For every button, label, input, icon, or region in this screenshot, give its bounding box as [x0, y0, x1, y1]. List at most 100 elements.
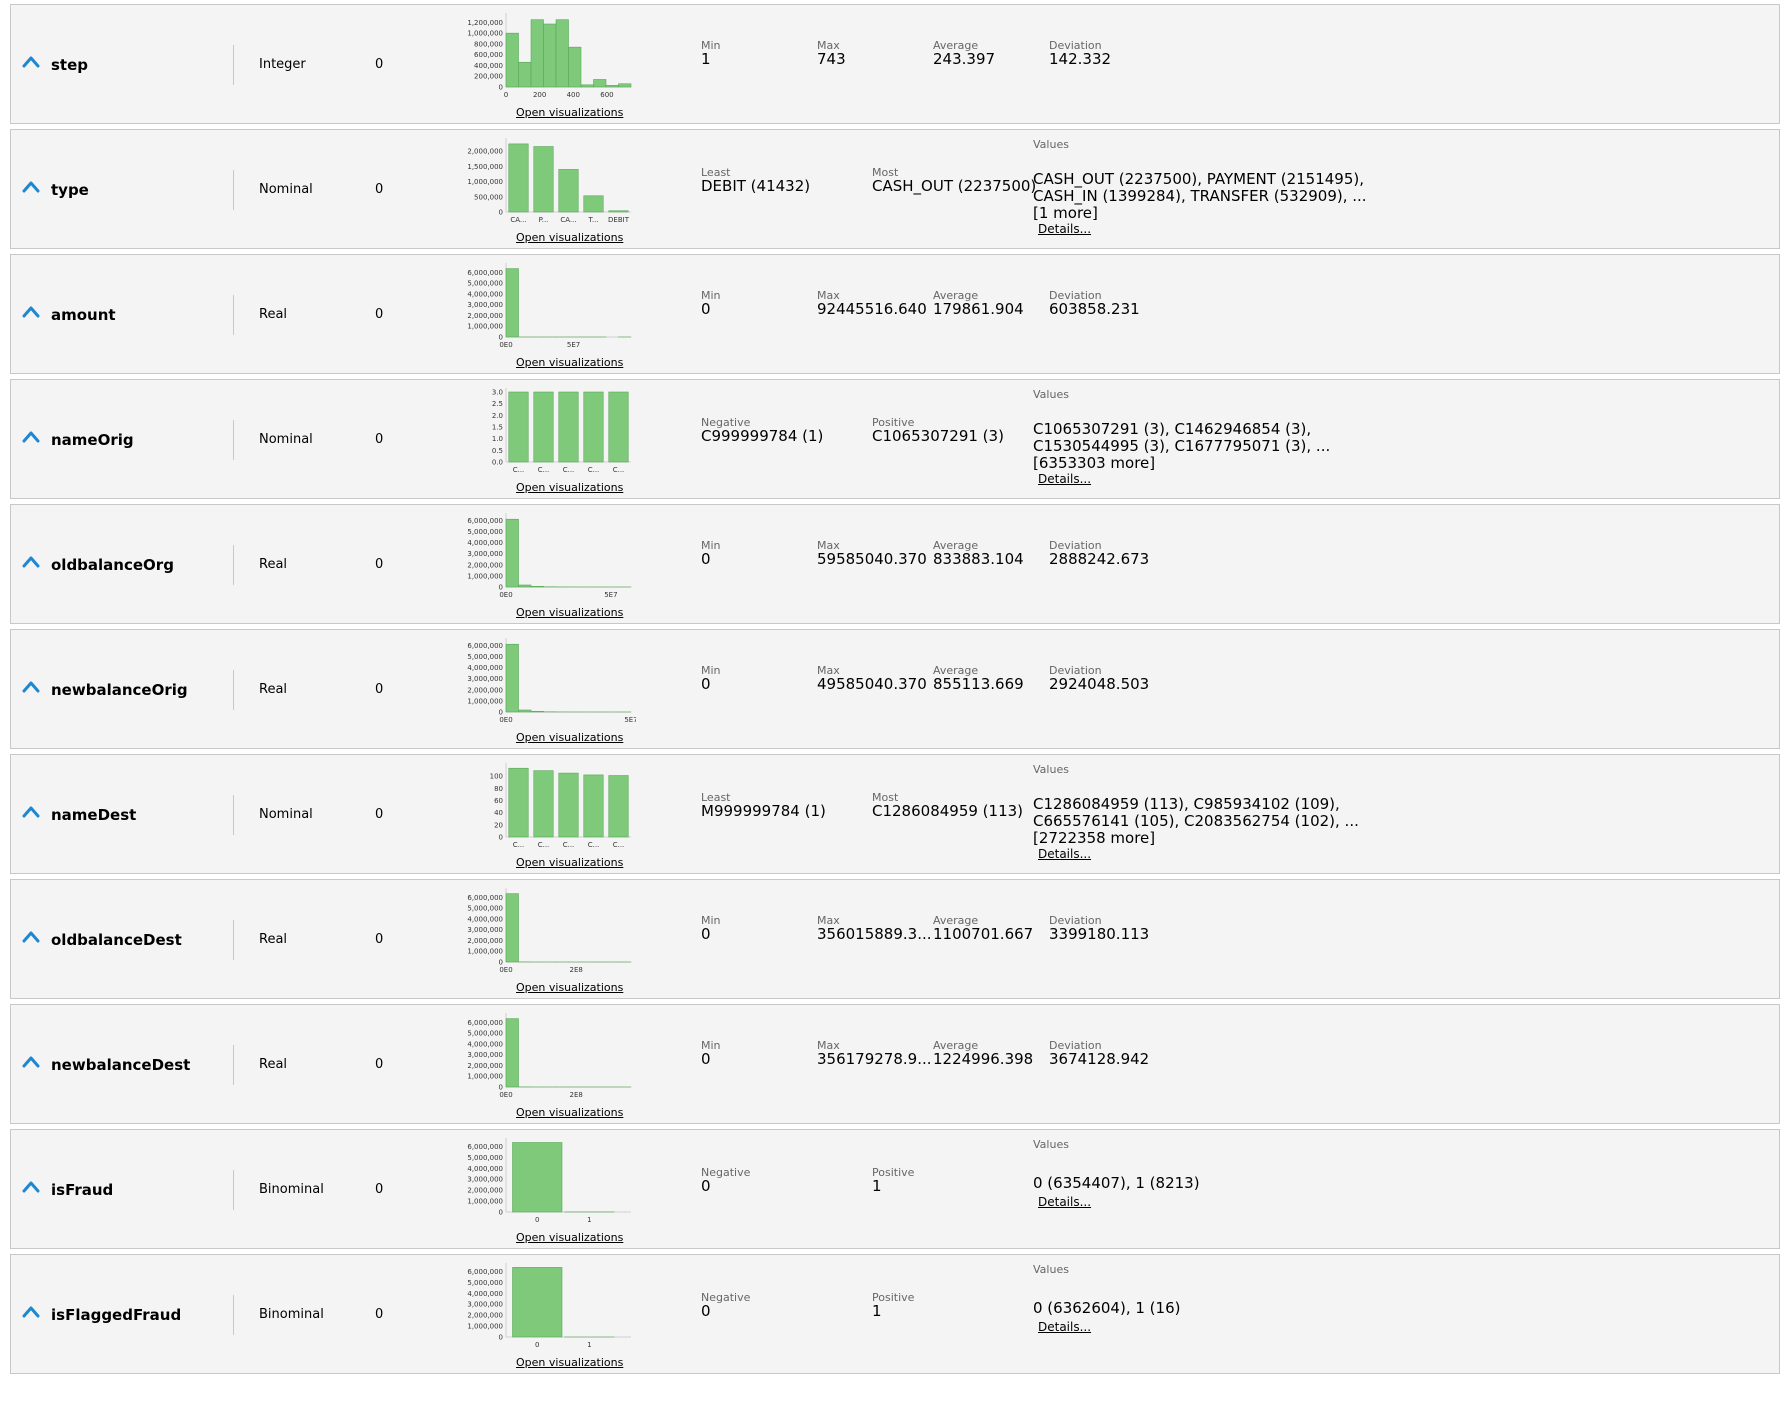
- chart-svg: 6,000,000 5,000,000 4,000,000 3,000,000 2,00…: [467, 263, 632, 349]
- chevron-up-icon[interactable]: [21, 178, 41, 194]
- open-visualizations-link[interactable]: Open visualizations: [516, 731, 623, 744]
- histogram-chart: 6,000,000 5,000,000 4,000,000 3,000,000 2,00…: [451, 884, 636, 984]
- details-link[interactable]: Details...: [1038, 222, 1091, 236]
- chart-svg: 1,200,000 1,000,000 800,000 600,000 400,000 2…: [467, 13, 632, 99]
- y-tick-label: 3,000,000: [467, 1301, 503, 1309]
- open-visualizations-link[interactable]: Open visualizations: [516, 481, 623, 494]
- details-link[interactable]: Details...: [1038, 1195, 1091, 1209]
- attribute-name: newbalanceDest: [51, 1056, 191, 1074]
- category-bar: [583, 391, 604, 463]
- stat-value-min: 0: [701, 300, 711, 318]
- y-tick-label: 5,000,000: [467, 1030, 503, 1038]
- x-tick-label: 0E0: [499, 716, 512, 724]
- open-visualizations-link[interactable]: Open visualizations: [516, 106, 623, 119]
- details-link[interactable]: Details...: [1038, 847, 1091, 861]
- stat-value-max: 92445516.640: [817, 300, 927, 318]
- category-label: C...: [563, 841, 575, 849]
- y-tick-label: 2,000,000: [467, 1312, 503, 1320]
- y-tick-label: 1,000,000: [467, 1198, 503, 1206]
- chevron-up-icon[interactable]: [21, 303, 41, 319]
- x-tick-label: 0E0: [499, 966, 512, 974]
- attribute-name: newbalanceOrig: [51, 681, 188, 699]
- x-tick-label: 0E0: [499, 591, 512, 599]
- stat-value-max: 356179278.9...: [817, 1050, 932, 1068]
- chevron-up-icon[interactable]: [21, 1053, 41, 1069]
- chevron-up-icon[interactable]: [21, 803, 41, 819]
- histogram-bar: [530, 19, 544, 88]
- category-bar: [583, 195, 604, 213]
- stat-value-min: 1: [701, 50, 711, 68]
- chevron-up-icon[interactable]: [21, 678, 41, 694]
- open-visualizations-link[interactable]: Open visualizations: [516, 856, 623, 869]
- chevron-up-icon[interactable]: [21, 1303, 41, 1319]
- values-label: Values: [1033, 1138, 1069, 1151]
- chevron-up-icon[interactable]: [21, 428, 41, 444]
- chevron-up-icon[interactable]: [21, 1178, 41, 1194]
- y-tick-label: 3,000,000: [467, 1176, 503, 1184]
- attribute-type: Nominal: [259, 432, 313, 447]
- attribute-type: Real: [259, 932, 288, 947]
- category-bar: [508, 391, 529, 463]
- histogram-chart: 6,000,000 5,000,000 4,000,000 3,000,000 2,00…: [451, 1009, 636, 1109]
- y-tick-label: 3,000,000: [467, 1051, 503, 1059]
- chevron-up-icon[interactable]: [21, 928, 41, 944]
- open-visualizations-link[interactable]: Open visualizations: [516, 356, 623, 369]
- histogram-bar: [505, 32, 519, 88]
- category-bar: [558, 772, 579, 838]
- open-visualizations-link[interactable]: Open visualizations: [516, 1106, 623, 1119]
- y-tick-label: 600,000: [474, 51, 503, 59]
- category-label: C...: [588, 841, 600, 849]
- chart-svg: 6,000,000 5,000,000 4,000,000 3,000,000 2,00…: [467, 1263, 631, 1349]
- x-tick-label: 2E8: [570, 966, 583, 974]
- y-tick-label: 3,000,000: [467, 550, 503, 558]
- attribute-type: Nominal: [259, 182, 313, 197]
- x-tick-label: 5E7: [567, 341, 580, 349]
- open-visualizations-link[interactable]: Open visualizations: [516, 981, 623, 994]
- histogram-chart: 6,000,000 5,000,000 4,000,000 3,000,000 2,00…: [451, 634, 638, 734]
- y-tick-label: 1,000,000: [467, 1073, 503, 1081]
- column-divider: [233, 545, 234, 585]
- attribute-name: oldbalanceOrg: [51, 556, 174, 574]
- details-link[interactable]: Details...: [1038, 1320, 1091, 1334]
- chevron-up-icon[interactable]: [21, 53, 41, 69]
- chart-svg: 100 80 60 40 20 0 C... C... C... C... C...: [490, 763, 631, 849]
- open-visualizations-link[interactable]: Open visualizations: [516, 1356, 623, 1369]
- stat-value-max: 59585040.370: [817, 550, 927, 568]
- histogram-bar: [543, 23, 557, 88]
- open-visualizations-link[interactable]: Open visualizations: [516, 606, 623, 619]
- category-label: CA...: [510, 216, 526, 224]
- open-visualizations-link[interactable]: Open visualizations: [516, 231, 623, 244]
- chart-svg: 3.0 2.5 2.0 1.5 1.0 0.5 0.0 C... C... C... C... C..…: [492, 388, 631, 474]
- stat-value-positive: C1065307291 (3): [872, 427, 1004, 445]
- chevron-up-icon[interactable]: [21, 553, 41, 569]
- x-tick-label: 0E0: [499, 341, 512, 349]
- y-tick-label: 500,000: [474, 193, 503, 201]
- histogram-chart: 100 80 60 40 20 0 C... C... C... C... C...: [451, 759, 636, 859]
- histogram-chart: 6,000,000 5,000,000 4,000,000 3,000,000 2,00…: [451, 1134, 636, 1234]
- missing-count: 0: [375, 307, 384, 322]
- y-tick-label: 3,000,000: [467, 926, 503, 934]
- histogram-chart: 2,000,000 1,500,000 1,000,000 500,000 0 CA...…: [451, 134, 636, 234]
- open-visualizations-link[interactable]: Open visualizations: [516, 1231, 623, 1244]
- histogram-bar: [505, 518, 519, 588]
- chart-svg: 6,000,000 5,000,000 4,000,000 3,000,000 2,00…: [467, 638, 638, 724]
- stat-value-deviation: 2924048.503: [1049, 675, 1150, 693]
- values-label: Values: [1033, 388, 1069, 401]
- y-tick-label: 2,000,000: [467, 937, 503, 945]
- category-label: C...: [563, 466, 575, 474]
- missing-count: 0: [375, 682, 384, 697]
- stat-value-average: 1224996.398: [933, 1050, 1034, 1068]
- y-tick-label: 4,000,000: [467, 539, 503, 547]
- attribute-type: Real: [259, 557, 288, 572]
- missing-count: 0: [375, 557, 384, 572]
- chart-svg: 6,000,000 5,000,000 4,000,000 3,000,000 2,00…: [467, 513, 632, 599]
- category-label: C...: [613, 841, 625, 849]
- category-label: C...: [513, 841, 525, 849]
- category-label: 1: [587, 1341, 591, 1349]
- y-tick-label: 4,000,000: [467, 915, 503, 923]
- category-bar: [583, 774, 604, 838]
- attribute-name: step: [51, 56, 89, 74]
- y-tick-label: 1,000,000: [467, 697, 503, 705]
- details-link[interactable]: Details...: [1038, 472, 1091, 486]
- attribute-row: oldbalanceOrg Real 0 6,000,000 5,000,000 4,00…: [10, 504, 1780, 624]
